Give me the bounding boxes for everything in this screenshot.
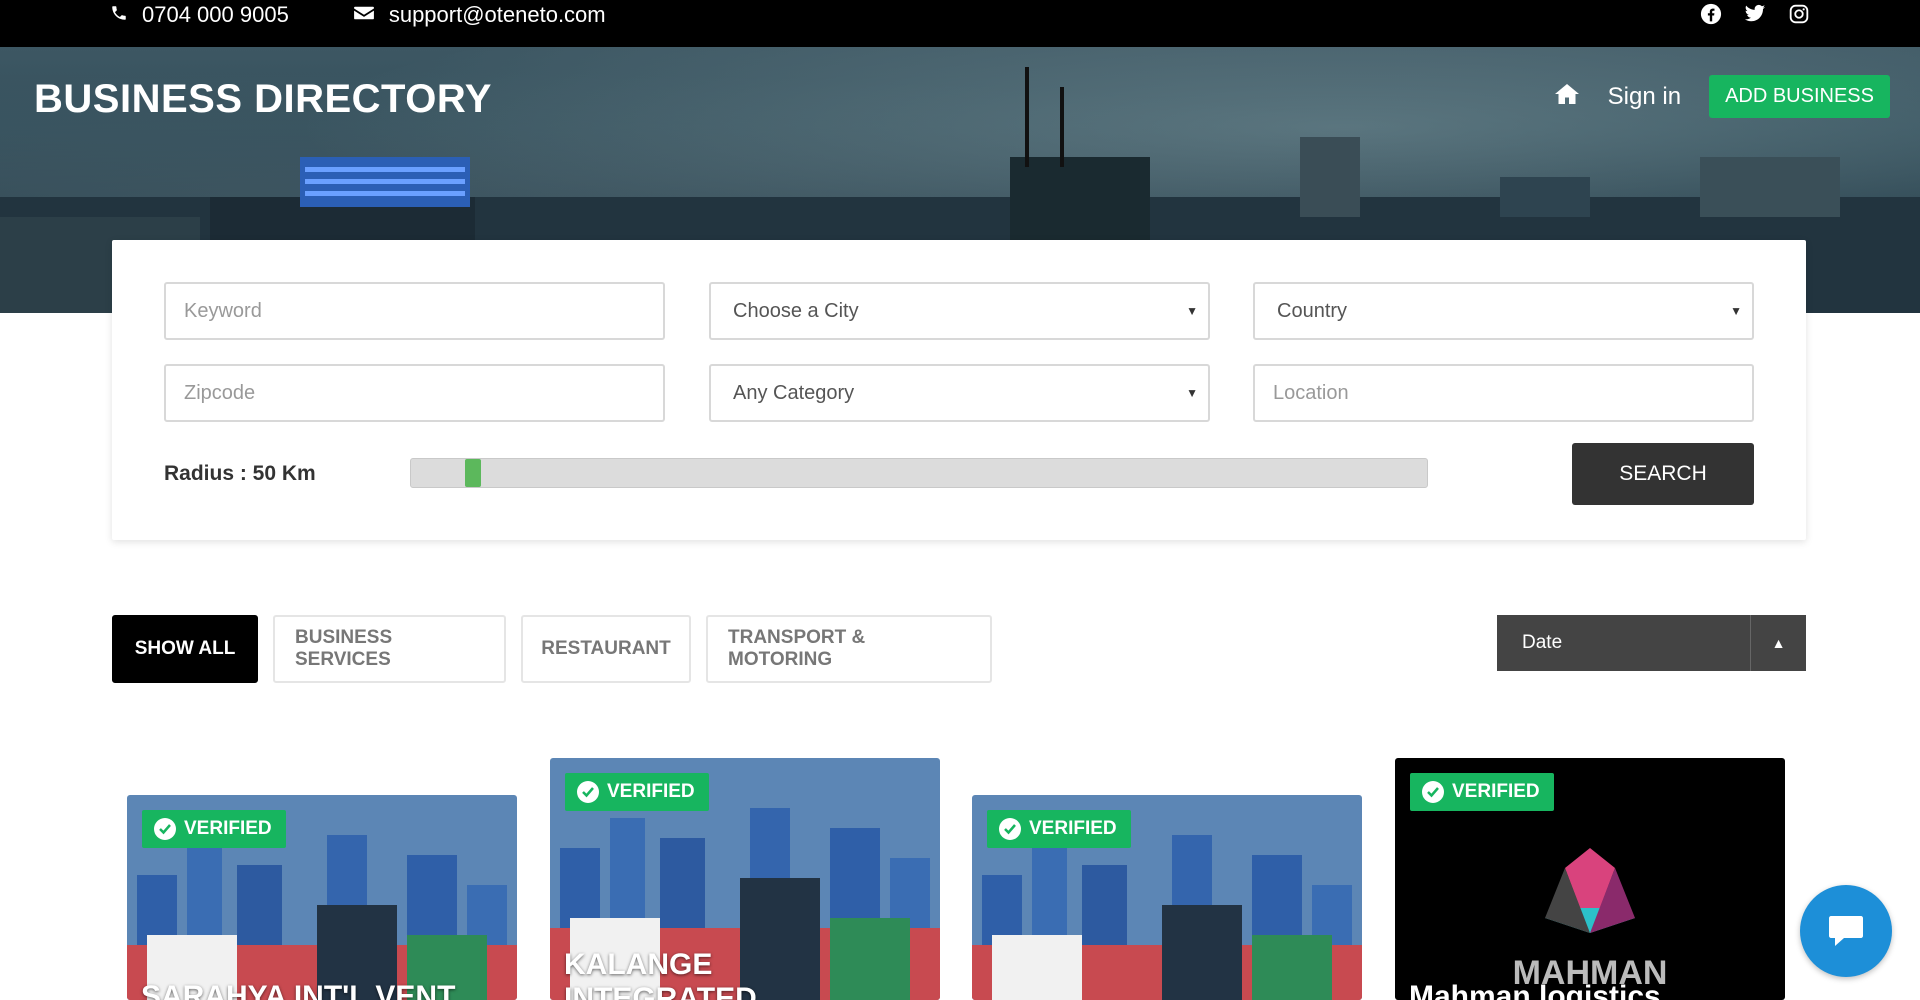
category-select[interactable]: Any Category ▼	[709, 364, 1210, 422]
listing-title[interactable]: Mahman logistics	[1409, 980, 1661, 1000]
filter-business-services[interactable]: BUSINESS SERVICES	[273, 615, 506, 683]
filter-show-all[interactable]: SHOW ALL	[112, 615, 258, 683]
zipcode-input[interactable]: Zipcode	[164, 364, 665, 422]
home-icon[interactable]	[1554, 83, 1580, 110]
chat-button[interactable]	[1800, 885, 1892, 977]
verified-badge: VERIFIED	[987, 810, 1131, 848]
category-filters: SHOW ALL BUSINESS SERVICES RESTAURANT TR…	[112, 615, 992, 683]
filter-transport-motoring[interactable]: TRANSPORT & MOTORING	[706, 615, 992, 683]
twitter-icon[interactable]	[1744, 3, 1766, 25]
verified-badge: VERIFIED	[1410, 773, 1554, 811]
check-icon	[154, 818, 176, 840]
sort-select-value: Date	[1522, 632, 1563, 653]
listing-card[interactable]: VERIFIED	[972, 795, 1362, 1000]
keyword-input[interactable]: Keyword	[164, 282, 665, 340]
caret-down-icon: ▼	[1730, 304, 1742, 318]
contact-info: 0704 000 9005 support@oteneto.com	[110, 0, 606, 30]
caret-down-icon: ▼	[1186, 386, 1198, 400]
verified-badge: VERIFIED	[565, 773, 709, 811]
envelope-icon	[353, 2, 375, 28]
phone-number[interactable]: 0704 000 9005	[142, 2, 289, 28]
category-select-value: Any Category	[733, 381, 855, 404]
listing-card[interactable]: VERIFIED MAHMAN Mahman logistics	[1395, 758, 1785, 1000]
location-input[interactable]: Location	[1253, 364, 1754, 422]
search-panel: Keyword Choose a City ▼ Country ▼ Zipcod…	[112, 240, 1806, 540]
listing-title[interactable]: SARAHYA INT'L VENT	[141, 980, 455, 1000]
email-address[interactable]: support@oteneto.com	[389, 2, 606, 28]
caret-up-icon[interactable]: ▲	[1750, 615, 1806, 671]
city-select[interactable]: Choose a City ▼	[709, 282, 1210, 340]
check-icon	[577, 781, 599, 803]
listing-card[interactable]: VERIFIED KALANGE INTEGRATED VENTURES	[550, 758, 940, 1000]
radius-label: Radius : 50 Km	[164, 462, 316, 485]
radius-slider-handle[interactable]	[465, 459, 481, 487]
check-icon	[1422, 781, 1444, 803]
chat-bubble-icon	[1829, 916, 1863, 946]
check-icon	[999, 818, 1021, 840]
phone-icon	[110, 2, 128, 28]
signin-link[interactable]: Sign in	[1608, 83, 1681, 111]
filter-restaurant[interactable]: RESTAURANT	[521, 615, 691, 683]
instagram-icon[interactable]	[1788, 3, 1810, 25]
add-business-button[interactable]: ADD BUSINESS	[1709, 75, 1890, 118]
country-select-value: Country	[1277, 299, 1348, 322]
top-bar: 0704 000 9005 support@oteneto.com	[0, 0, 1920, 47]
country-select[interactable]: Country ▼	[1253, 282, 1754, 340]
caret-down-icon: ▼	[1186, 304, 1198, 318]
site-brand[interactable]: BUSINESS DIRECTORY	[34, 77, 492, 122]
listing-title[interactable]: KALANGE INTEGRATED VENTURES	[564, 948, 904, 1000]
facebook-icon[interactable]	[1700, 3, 1722, 25]
search-button[interactable]: SEARCH	[1572, 443, 1754, 505]
social-links	[1700, 3, 1810, 25]
city-select-value: Choose a City	[733, 299, 859, 322]
listing-card[interactable]: VERIFIED SARAHYA INT'L VENT	[127, 795, 517, 1000]
sort-select[interactable]: Date ▲	[1497, 615, 1806, 671]
radius-slider[interactable]	[410, 458, 1428, 488]
verified-badge: VERIFIED	[142, 810, 286, 848]
main-nav: Sign in ADD BUSINESS	[1554, 75, 1890, 118]
